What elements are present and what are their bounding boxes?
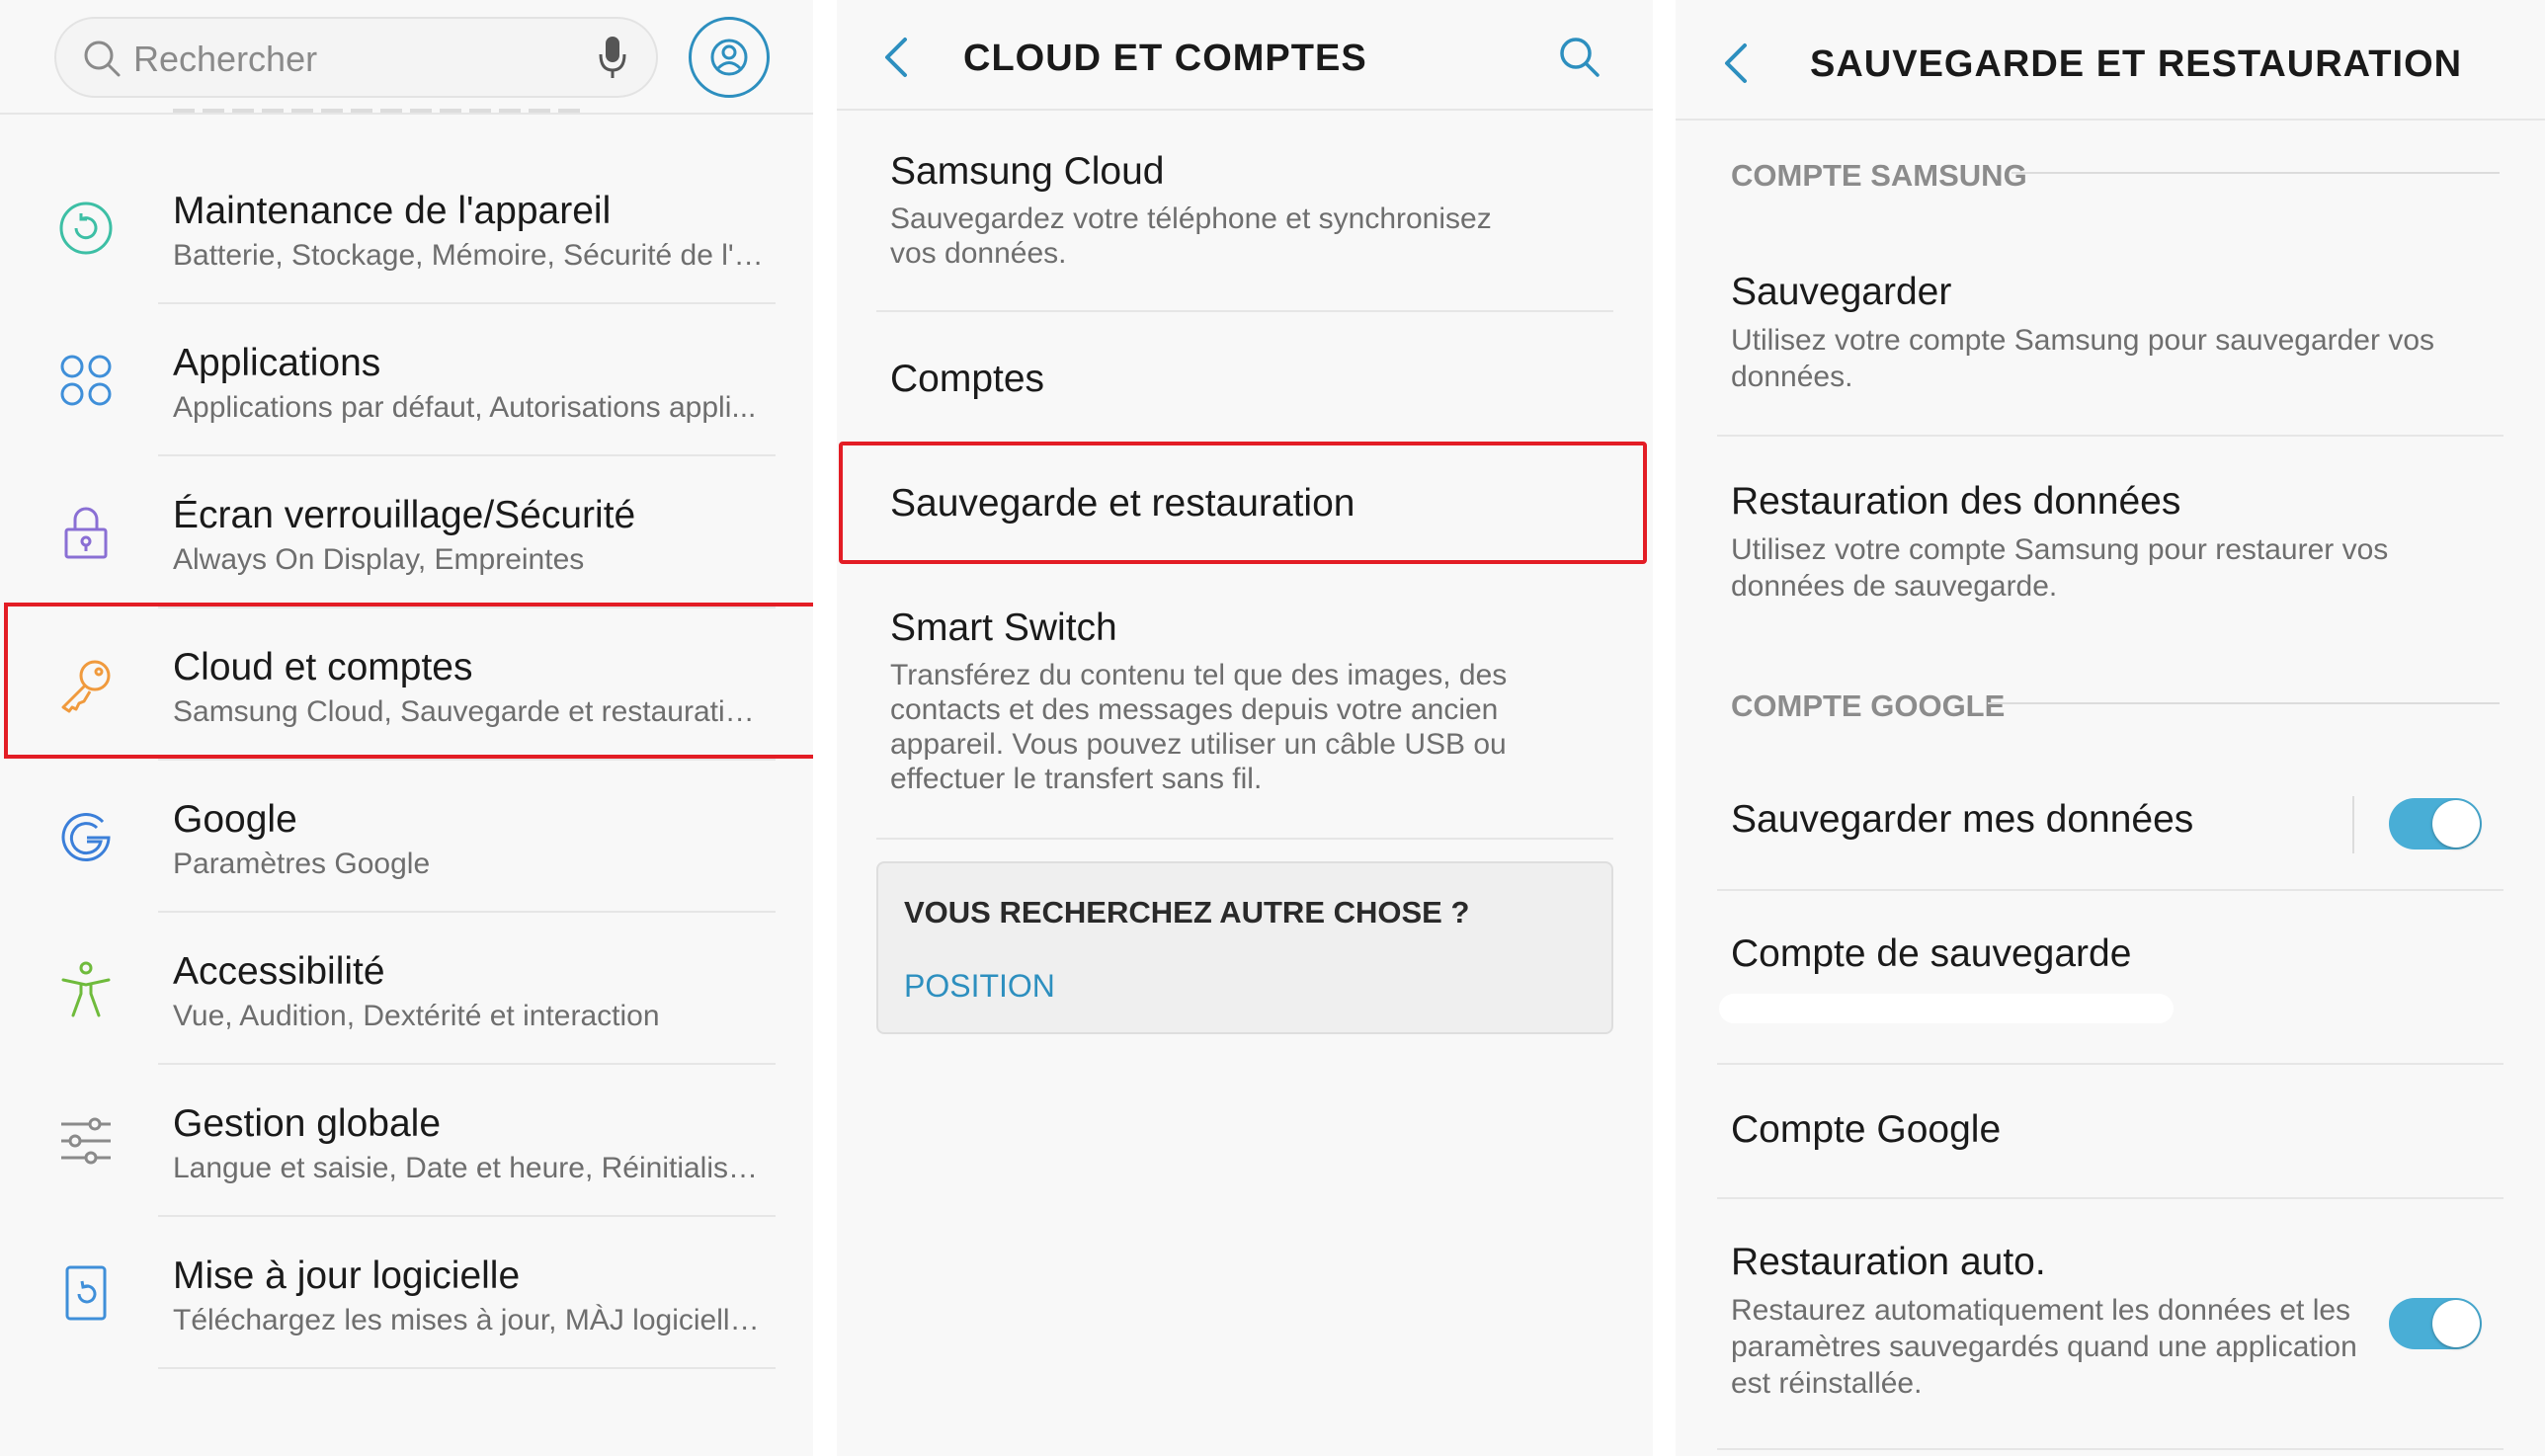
item-title: Applications: [173, 342, 381, 384]
accessibility-icon: [61, 961, 111, 1017]
apps-icon: [60, 355, 112, 406]
item-title: Sauvegarder mes données: [1731, 798, 2194, 841]
position-link[interactable]: POSITION: [904, 968, 1055, 1005]
list-item-restore-data[interactable]: Restauration des données Utilisez votre …: [1676, 437, 2545, 654]
settings-item-google[interactable]: Google Paramètres Google: [0, 761, 813, 913]
search-icon[interactable]: [1558, 36, 1601, 79]
search-input[interactable]: Rechercher: [133, 39, 317, 80]
item-title: Maintenance de l'appareil: [173, 190, 612, 232]
redacted-account: [1719, 994, 2174, 1023]
divider: [2352, 796, 2354, 853]
settings-item-applications[interactable]: Applications Applications par défaut, Au…: [0, 304, 813, 456]
card-title: VOUS RECHERCHEZ AUTRE CHOSE ?: [904, 895, 1470, 930]
item-title: Écran verrouillage/Sécurité: [173, 494, 636, 536]
highlight-box: [839, 442, 1647, 564]
settings-item-software-update[interactable]: Mise à jour logicielle Téléchargez les m…: [0, 1217, 813, 1369]
mic-icon[interactable]: [598, 35, 627, 80]
item-title: Accessibilité: [173, 950, 385, 993]
search-icon: [84, 40, 121, 77]
item-title: Restauration auto.: [1731, 1241, 2046, 1283]
account-icon: [710, 39, 748, 76]
suggestion-card: VOUS RECHERCHEZ AUTRE CHOSE ? POSITION: [876, 861, 1613, 1034]
sliders-icon: [61, 1117, 111, 1165]
section-line: [1988, 702, 2500, 704]
section-line: [2011, 172, 2500, 174]
divider: [1676, 119, 2545, 121]
list-item-google-account[interactable]: Compte Google: [1676, 1065, 2545, 1199]
item-title: Samsung Cloud: [890, 150, 1165, 193]
list-item-samsung-cloud[interactable]: Samsung Cloud Sauvegardez votre téléphon…: [837, 111, 1653, 312]
item-subtitle: Paramètres Google: [173, 848, 431, 880]
lock-icon: [64, 507, 108, 559]
list-item-backup-my-data[interactable]: Sauvegarder mes données: [1676, 757, 2545, 891]
maintenance-icon: [59, 202, 113, 255]
list-item-accounts[interactable]: Comptes: [837, 312, 1653, 443]
item-subtitle: Restaurez automatiquement les données et…: [1731, 1294, 2357, 1400]
auto-restore-toggle[interactable]: [2389, 1298, 2482, 1349]
divider: [158, 1367, 776, 1369]
item-subtitle: Always On Display, Empreintes: [173, 543, 585, 576]
back-chevron-icon[interactable]: [1721, 41, 1751, 85]
section-header-google: COMPTE GOOGLE: [1731, 688, 2006, 723]
section-header-samsung: COMPTE SAMSUNG: [1731, 158, 2027, 193]
list-item-auto-restore[interactable]: Restauration auto. Restaurez automatique…: [1676, 1199, 2545, 1456]
item-subtitle: Utilisez votre compte Samsung pour resta…: [1731, 533, 2389, 603]
item-title: Mise à jour logicielle: [173, 1254, 521, 1297]
item-title: Smart Switch: [890, 607, 1117, 649]
backup-toggle[interactable]: [2389, 798, 2482, 849]
google-icon: [61, 813, 111, 861]
search-bar[interactable]: Rechercher: [54, 17, 658, 98]
item-subtitle: Applications par défaut, Autorisations a…: [173, 391, 757, 424]
item-subtitle: Téléchargez les mises à jour, MÀJ logici…: [173, 1304, 766, 1336]
divider: [0, 113, 813, 115]
page-title: SAUVEGARDE ET RESTAURATION: [1810, 43, 2463, 85]
item-subtitle: Batterie, Stockage, Mémoire, Sécurité de…: [173, 239, 766, 272]
item-title: Sauvegarder: [1731, 271, 1952, 313]
toggle-knob: [2432, 1300, 2480, 1347]
item-subtitle: Utilisez votre compte Samsung pour sauve…: [1731, 324, 2435, 393]
divider: [1717, 1448, 2504, 1450]
highlight-box: [4, 603, 813, 759]
settings-item-accessibility[interactable]: Accessibilité Vue, Audition, Dextérité e…: [0, 913, 813, 1065]
back-chevron-icon[interactable]: [881, 36, 911, 79]
settings-item-maintenance[interactable]: Maintenance de l'appareil Batterie, Stoc…: [0, 152, 813, 304]
settings-item-general-management[interactable]: Gestion globale Langue et saisie, Date e…: [0, 1065, 813, 1217]
item-title: Gestion globale: [173, 1102, 442, 1145]
item-title: Compte de sauvegarde: [1731, 932, 2132, 975]
list-item-backup[interactable]: Sauvegarder Utilisez votre compte Samsun…: [1676, 227, 2545, 437]
settings-panel: Rechercher Maintenance de l'appareil Bat…: [0, 0, 813, 1456]
item-title: Compte Google: [1731, 1108, 2002, 1151]
item-subtitle: Sauvegardez votre téléphone et synchroni…: [890, 202, 1492, 270]
item-subtitle: Langue et saisie, Date et heure, Réiniti…: [173, 1152, 766, 1184]
item-title: Restauration des données: [1731, 480, 2181, 523]
account-button[interactable]: [689, 17, 770, 98]
list-item-backup-account[interactable]: Compte de sauvegarde: [1676, 891, 2545, 1065]
cloud-accounts-panel: CLOUD ET COMPTES Samsung Cloud Sauvegard…: [837, 0, 1653, 1456]
item-title: Google: [173, 798, 297, 841]
item-title: Comptes: [890, 358, 1045, 400]
backup-restore-panel: SAUVEGARDE ET RESTAURATION COMPTE SAMSUN…: [1676, 0, 2545, 1456]
settings-item-lock-screen[interactable]: Écran verrouillage/Sécurité Always On Di…: [0, 456, 813, 608]
toggle-knob: [2432, 800, 2480, 848]
item-subtitle: Transférez du contenu tel que des images…: [890, 659, 1508, 795]
page-title: CLOUD ET COMPTES: [963, 38, 1367, 79]
item-subtitle: Vue, Audition, Dextérité et interaction: [173, 1000, 660, 1032]
list-item-smart-switch[interactable]: Smart Switch Transférez du contenu tel q…: [837, 563, 1653, 840]
divider: [876, 838, 1613, 840]
update-icon: [65, 1265, 107, 1321]
